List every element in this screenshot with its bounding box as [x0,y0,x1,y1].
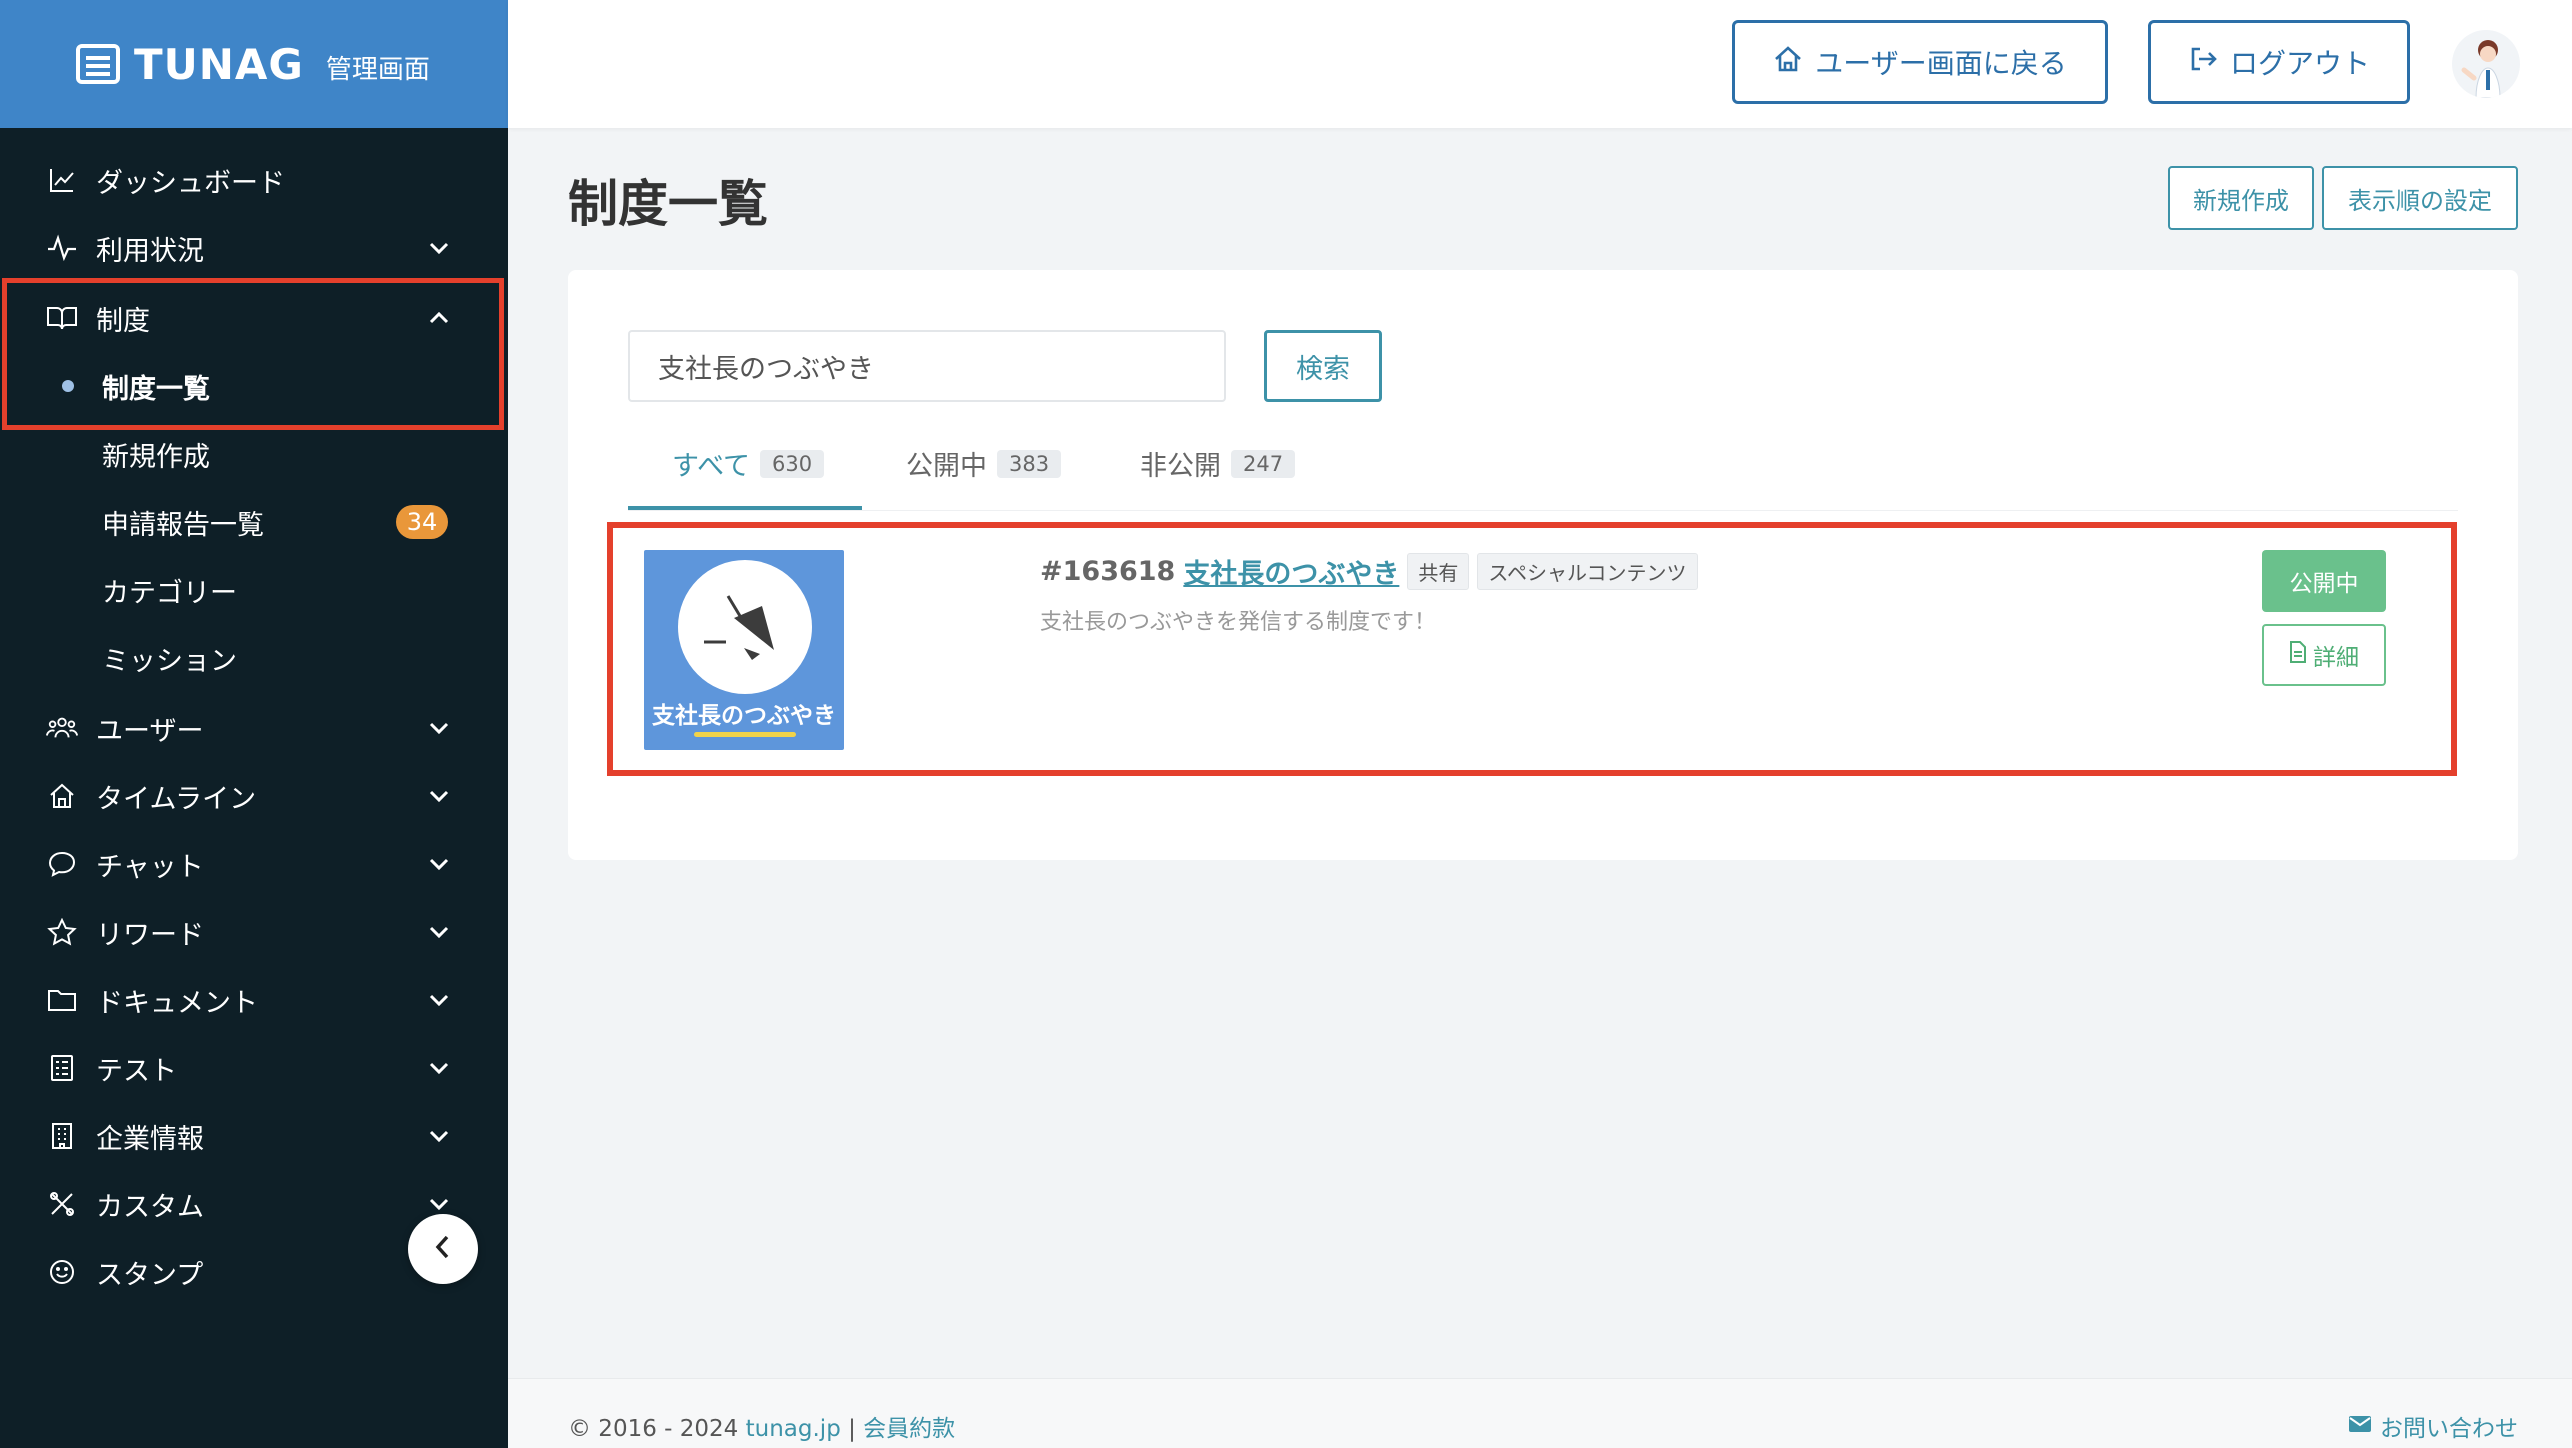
brand-header[interactable]: TUNAG 管理画面 [0,0,508,128]
logout-icon [2188,45,2218,80]
sidebar-item-label: リワード [96,919,204,951]
tab-count: 630 [760,449,825,478]
sidebar-item-label: 利用状況 [96,235,204,267]
search-input[interactable]: 支社長のつぶやき [628,330,1226,402]
logout-label: ログアウト [2229,47,2370,80]
chevron-down-icon [426,715,452,741]
sidebar: TUNAG 管理画面 ダッシュボード 利用状況 制度 制度一覧 新規作成 申請報… [0,0,508,1448]
chevron-left-icon [433,1234,453,1264]
folder-icon [46,984,78,1016]
active-tab-underline [628,506,862,510]
sidebar-item-mission[interactable]: ミッション [0,628,508,688]
sidebar-item-label: タイムライン [96,783,257,815]
activity-icon [46,232,78,264]
sidebar-item-label: ミッション [102,645,237,677]
tab-label: すべて [672,451,751,482]
logout-button[interactable]: ログアウト [2148,20,2410,104]
sidebar-item-label: カスタム [96,1191,204,1223]
tools-icon [46,1188,78,1220]
contact-link[interactable]: お問い合わせ [2348,1409,2518,1443]
chevron-down-icon [426,783,452,809]
tab-count: 383 [997,449,1062,478]
sidebar-collapse-button[interactable] [408,1214,478,1284]
terms-link[interactable]: 会員約款 [863,1416,955,1442]
page-title: 制度一覧 [568,175,768,233]
sidebar-item-dashboard[interactable]: ダッシュボード [0,150,508,210]
brand-subtitle: 管理画面 [325,54,430,85]
sidebar-item-timeline[interactable]: タイムライン [0,766,508,826]
star-icon [46,916,78,948]
tab-published[interactable]: 公開中 383 [906,444,1062,483]
tunag-logo-icon [76,44,120,84]
sidebar-item-document[interactable]: ドキュメント [0,970,508,1030]
new-button[interactable]: 新規作成 [2168,166,2314,230]
tab-label: 公開中 [906,451,987,482]
smile-icon [46,1256,78,1288]
copyright-text: © 2016 - 2024 [568,1416,739,1442]
chevron-down-icon [426,851,452,877]
sidebar-highlight-box [2,278,504,430]
sidebar-item-chat[interactable]: チャット [0,834,508,894]
home-icon [46,780,78,812]
search-input-value: 支社長のつぶやき [658,353,874,385]
footer-copyright: © 2016 - 2024 tunag.jp | 会員約款 [568,1409,955,1443]
users-icon [46,712,78,744]
chevron-down-icon [426,1055,452,1081]
sidebar-item-category[interactable]: カテゴリー [0,560,508,620]
search-button[interactable]: 検索 [1264,330,1382,402]
chart-line-icon [46,164,78,196]
sidebar-item-label: カテゴリー [102,577,237,609]
sidebar-item-new[interactable]: 新規作成 [0,424,508,484]
sidebar-item-label: 新規作成 [102,441,210,473]
tab-count: 247 [1231,449,1296,478]
tab-label: 非公開 [1140,451,1221,482]
sidebar-item-label: チャット [96,851,204,883]
item-highlight-box [607,522,2457,776]
sidebar-item-reports[interactable]: 申請報告一覧 34 [0,492,508,552]
top-header: ユーザー画面に戻る ログアウト [508,0,2572,128]
footer: © 2016 - 2024 tunag.jp | 会員約款 お問い合わせ [508,1378,2572,1448]
display-order-button[interactable]: 表示順の設定 [2322,166,2518,230]
user-avatar[interactable] [2452,30,2520,98]
sidebar-item-label: テスト [96,1055,177,1087]
back-to-user-button[interactable]: ユーザー画面に戻る [1732,20,2108,104]
chevron-down-icon [426,919,452,945]
chevron-down-icon [426,235,452,261]
sidebar-item-usage[interactable]: 利用状況 [0,218,508,278]
brand-name: TUNAG [134,39,304,89]
sidebar-item-users[interactable]: ユーザー [0,698,508,758]
building-icon [46,1120,78,1152]
contact-label: お問い合わせ [2380,1416,2518,1442]
mail-icon [2348,1413,2372,1439]
sidebar-item-company[interactable]: 企業情報 [0,1106,508,1166]
home-icon [1773,45,1803,80]
sidebar-item-label: ユーザー [96,715,204,747]
chevron-down-icon [426,987,452,1013]
tab-all[interactable]: すべて 630 [672,444,825,483]
tab-private[interactable]: 非公開 247 [1140,444,1296,483]
chevron-down-icon [426,1191,452,1217]
back-to-user-label: ユーザー画面に戻る [1815,47,2067,80]
sidebar-item-label: 申請報告一覧 [102,509,264,541]
site-link[interactable]: tunag.jp [746,1416,841,1442]
sidebar-item-label: ダッシュボード [96,167,285,199]
sidebar-item-test[interactable]: テスト [0,1038,508,1098]
footer-separator: | [848,1416,856,1442]
checklist-icon [46,1052,78,1084]
tabs-divider [628,510,2458,511]
sidebar-item-label: 企業情報 [96,1123,204,1155]
chevron-down-icon [426,1123,452,1149]
sidebar-item-reward[interactable]: リワード [0,902,508,962]
sidebar-item-label: ドキュメント [96,987,258,1019]
sidebar-item-label: スタンプ [96,1259,204,1291]
chat-bubble-icon [46,848,78,880]
reports-count-badge: 34 [396,505,448,539]
